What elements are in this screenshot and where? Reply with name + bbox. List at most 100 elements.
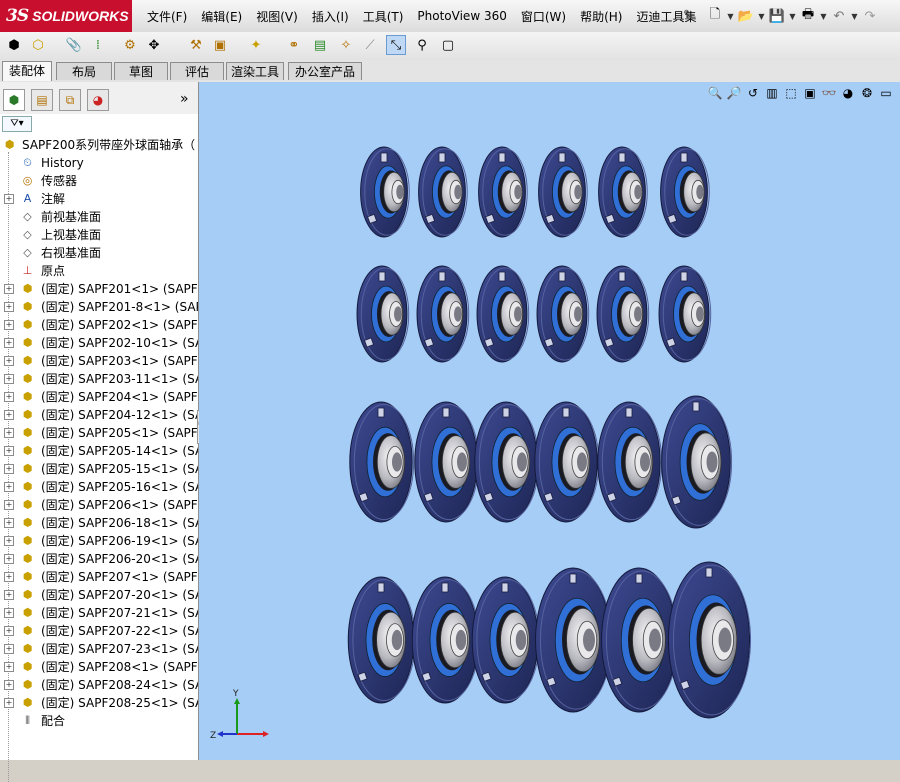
tree-item[interactable]: + ⬢ (固定) SAPF205-14<1> (SAI <box>0 442 198 460</box>
redo-icon[interactable]: ↷ <box>861 7 879 25</box>
new-motion-study-icon[interactable]: ⚭ <box>284 35 304 55</box>
tree-item[interactable]: ◇ 上视基准面 <box>0 226 198 244</box>
panel-more-icon[interactable]: » <box>180 91 189 107</box>
expand-toggle-icon[interactable]: + <box>4 608 14 618</box>
tree-item[interactable]: ◇ 前视基准面 <box>0 208 198 226</box>
tree-item[interactable]: ⫴ 配合 <box>0 712 198 730</box>
zoom-to-fit-icon[interactable]: 🔍 <box>707 85 723 101</box>
expand-toggle-icon[interactable]: + <box>4 626 14 636</box>
display-style-icon[interactable]: ▣ <box>802 85 818 101</box>
expand-toggle-icon[interactable]: + <box>4 302 14 312</box>
open-folder-icon[interactable]: 📂 <box>737 7 755 25</box>
command-tab[interactable]: 布局 <box>56 62 112 80</box>
expand-toggle-icon[interactable]: + <box>4 698 14 708</box>
bearing-unit[interactable] <box>596 265 650 363</box>
tree-item[interactable]: ⊥ 原点 <box>0 262 198 280</box>
bearing-unit[interactable] <box>471 576 540 704</box>
expand-toggle-icon[interactable]: + <box>4 392 14 402</box>
new-dropdown-icon[interactable]: ▼ <box>726 7 735 25</box>
expand-toggle-icon[interactable]: + <box>4 320 14 330</box>
hide-show-items-icon[interactable]: 👓 <box>821 85 837 101</box>
menu-item[interactable]: 文件(F) <box>140 8 194 25</box>
save-dropdown-icon[interactable]: ▼ <box>788 7 797 25</box>
explode-line-sketch-icon[interactable]: ⟋ <box>360 35 380 55</box>
bearing-unit[interactable] <box>534 401 600 523</box>
command-tab[interactable]: 评估 <box>170 62 224 80</box>
bearing-unit[interactable] <box>667 561 752 719</box>
bearing-unit[interactable] <box>476 265 530 363</box>
tree-item[interactable]: + ⬢ (固定) SAPF206<1> (SAPF2 <box>0 496 198 514</box>
expand-toggle-icon[interactable]: + <box>4 536 14 546</box>
tree-item[interactable]: ⏲ History <box>0 154 198 172</box>
expand-toggle-icon[interactable]: + <box>4 518 14 528</box>
bearing-unit[interactable] <box>360 146 410 238</box>
expand-toggle-icon[interactable]: + <box>4 446 14 456</box>
tree-item[interactable]: + ⬢ (固定) SAPF201-8<1> (SAPF <box>0 298 198 316</box>
previous-view-icon[interactable]: ↺ <box>745 85 761 101</box>
expand-toggle-icon[interactable]: + <box>4 590 14 600</box>
insert-component-icon[interactable]: ⬢ <box>4 35 24 55</box>
expand-toggle-icon[interactable]: + <box>4 662 14 672</box>
bearing-unit[interactable] <box>536 265 590 363</box>
view-orientation-icon[interactable]: ⬚ <box>783 85 799 101</box>
tree-item[interactable]: ◇ 右视基准面 <box>0 244 198 262</box>
tree-item[interactable]: + ⬢ (固定) SAPF205-16<1> (SAI <box>0 478 198 496</box>
expand-toggle-icon[interactable]: + <box>4 338 14 348</box>
tree-item[interactable]: + ⬢ (固定) SAPF208<1> (SAPF2 <box>0 658 198 676</box>
tree-item[interactable]: + ⬢ (固定) SAPF208-24<1> (SAI <box>0 676 198 694</box>
bearing-unit[interactable] <box>474 401 540 523</box>
bill-of-materials-icon[interactable]: ▤ <box>310 35 330 55</box>
command-tab[interactable]: 办公室产品 <box>288 62 362 80</box>
expand-toggle-icon[interactable]: + <box>4 482 14 492</box>
tree-item[interactable]: + ⬢ (固定) SAPF207-23<1> (SAI <box>0 640 198 658</box>
tree-item[interactable]: + ⬢ (固定) SAPF206-18<1> (SAI <box>0 514 198 532</box>
move-component-icon[interactable]: ✥ <box>144 35 164 55</box>
expand-toggle-icon[interactable]: + <box>4 572 14 582</box>
bearing-unit[interactable] <box>416 265 470 363</box>
exploded-view-icon[interactable]: ✧ <box>336 35 356 55</box>
expand-toggle-icon[interactable]: + <box>4 500 14 510</box>
bearing-unit[interactable] <box>658 265 712 363</box>
solidworks-logo[interactable]: 3S SOLIDWORKS <box>0 0 132 32</box>
new-document-icon[interactable]: 🗋 <box>706 7 724 25</box>
tree-item[interactable]: + ⬢ (固定) SAPF206-20<1> (SAI <box>0 550 198 568</box>
tree-item[interactable]: + ⬢ (固定) SAPF204-12<1> (SAI <box>0 406 198 424</box>
property-manager-tab-icon[interactable]: ▤ <box>31 89 53 111</box>
expand-toggle-icon[interactable]: + <box>4 464 14 474</box>
menu-item[interactable]: 视图(V) <box>249 8 305 25</box>
graphics-viewport[interactable]: 🔍 🔎 ↺ ▥ ⬚ ▣ 👓 ◕ ❂ ▭ Y Z <box>199 82 900 760</box>
tree-item[interactable]: + ⬢ (固定) SAPF207<1> (SAPF2 <box>0 568 198 586</box>
large-assembly-mode-icon[interactable]: ▢ <box>438 35 458 55</box>
show-hidden-icon[interactable]: ⚒ <box>186 35 206 55</box>
menu-item[interactable]: 工具(T) <box>356 8 411 25</box>
tree-item[interactable]: + ⬢ (固定) SAPF208-25<1> (SAI <box>0 694 198 712</box>
tree-item[interactable]: + ⬢ (固定) SAPF203-11<1> (SAI <box>0 370 198 388</box>
tree-root[interactable]: ⬢ SAPF200系列带座外球面轴承（ <box>0 136 198 154</box>
bearing-unit[interactable] <box>411 576 480 704</box>
apply-scene-icon[interactable]: ❂ <box>859 85 875 101</box>
tree-item[interactable]: + ⬢ (固定) SAPF206-19<1> (SAI <box>0 532 198 550</box>
command-tab[interactable]: 装配体 <box>2 61 52 81</box>
menu-item[interactable]: 编辑(E) <box>194 8 249 25</box>
bearing-unit[interactable] <box>660 146 710 238</box>
configuration-manager-tab-icon[interactable]: ⧉ <box>59 89 81 111</box>
print-dropdown-icon[interactable]: ▼ <box>819 7 828 25</box>
expand-toggle-icon[interactable]: + <box>4 644 14 654</box>
save-icon[interactable]: 💾 <box>768 7 786 25</box>
undo-icon[interactable]: ↶ <box>830 7 848 25</box>
reference-geometry-icon[interactable]: ✦ <box>246 35 266 55</box>
mate-icon[interactable]: 📎 <box>64 35 84 55</box>
tree-item[interactable]: + ⬢ (固定) SAPF205<1> (SAPF2 <box>0 424 198 442</box>
menu-item[interactable]: 帮助(H) <box>573 8 629 25</box>
bearing-unit[interactable] <box>349 401 415 523</box>
smart-fasteners-icon[interactable]: ⚙ <box>120 35 140 55</box>
menu-item[interactable]: PhotoView 360 <box>410 9 513 23</box>
assembly-features-icon[interactable]: ▣ <box>210 35 230 55</box>
section-view-icon[interactable]: ▥ <box>764 85 780 101</box>
command-tab[interactable]: 渲染工具 <box>226 62 284 80</box>
expand-toggle-icon[interactable]: + <box>4 194 14 204</box>
instant3d-icon[interactable]: ⤡ <box>386 35 406 55</box>
bearing-unit[interactable] <box>418 146 468 238</box>
bearing-unit[interactable] <box>478 146 528 238</box>
tree-item[interactable]: + ⬢ (固定) SAPF205-15<1> (SAI <box>0 460 198 478</box>
